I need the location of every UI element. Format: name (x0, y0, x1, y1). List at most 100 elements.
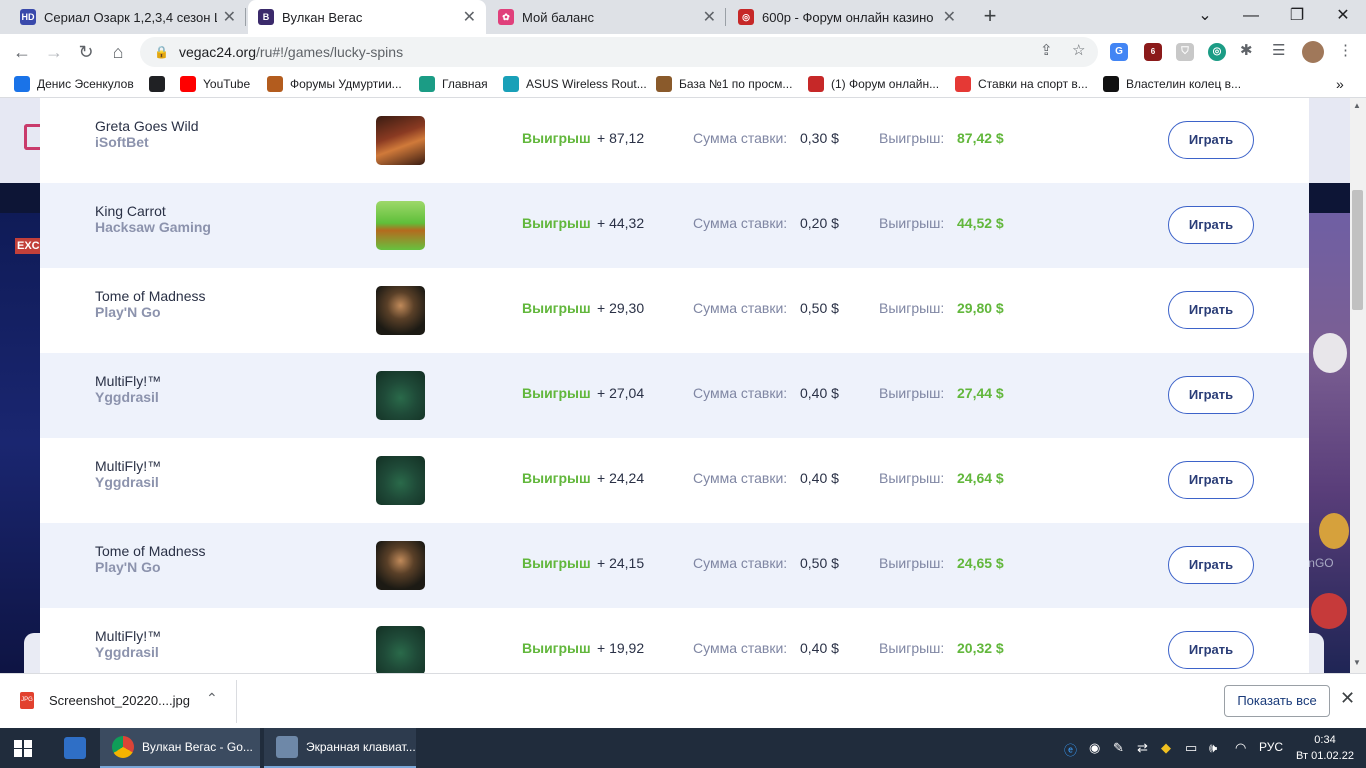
game-title[interactable]: MultiFly!™ (95, 373, 161, 389)
bookmark-item[interactable]: База №1 по просм... (656, 75, 792, 93)
tab-my-balance[interactable]: ✿ Мой баланс ✕ (488, 0, 726, 34)
total-win-label: Выигрыш: (879, 470, 945, 486)
play-button[interactable]: Играть (1168, 546, 1254, 584)
bookmark-item[interactable]: Главная (419, 75, 488, 93)
minimize-button[interactable]: — (1228, 0, 1274, 34)
windows-start-icon[interactable] (14, 740, 32, 757)
window-close-button[interactable]: ✕ (1320, 0, 1366, 34)
bet-amount: 0,50 $ (800, 555, 839, 571)
bookmark-item[interactable]: ASUS Wireless Rout... (503, 75, 647, 93)
app-tray-icon[interactable]: ◆ (1161, 740, 1171, 756)
game-thumbnail[interactable] (376, 286, 425, 335)
game-thumbnail[interactable] (376, 201, 425, 250)
game-thumbnail[interactable] (376, 626, 425, 673)
pen-tray-icon[interactable]: ✎ (1113, 740, 1124, 756)
volume-icon[interactable]: 🕪 (1209, 740, 1217, 756)
chrome-tray-icon[interactable]: ◉ (1089, 740, 1100, 756)
bookmark-star-icon[interactable]: ☆ (1072, 41, 1085, 59)
bookmark-item[interactable] (149, 75, 172, 93)
play-button[interactable]: Играть (1168, 461, 1254, 499)
game-title[interactable]: Greta Goes Wild (95, 118, 198, 134)
hd-icon (1103, 76, 1119, 92)
adblock-extension-icon[interactable]: ⛉ (1176, 43, 1194, 61)
game-thumbnail[interactable] (376, 371, 425, 420)
bookmark-item[interactable]: (1) Форум онлайн... (808, 75, 939, 93)
sync-tray-icon[interactable]: ⇄ (1137, 740, 1148, 756)
network-lan-icon[interactable]: ▭ (1185, 740, 1197, 756)
home-icon[interactable]: ⌂ (105, 39, 131, 65)
game-title[interactable]: MultiFly!™ (95, 458, 161, 474)
game-provider: Yggdrasil (95, 389, 159, 405)
play-button[interactable]: Играть (1168, 291, 1254, 329)
win-label: Выигрыш (522, 470, 591, 486)
tab-ozark[interactable]: HD Сериал Озарк 1,2,3,4 сезон Lost ✕ (10, 0, 246, 34)
back-arrow-icon[interactable]: ← (9, 39, 35, 65)
bookmark-label: Денис Эсенкулов (37, 77, 134, 91)
game-title[interactable]: Tome of Madness (95, 543, 206, 559)
bookmark-item[interactable]: Ставки на спорт в... (955, 75, 1088, 93)
game-thumbnail[interactable] (376, 116, 425, 165)
taskbar-onscreen-keyboard[interactable]: Экранная клавиат... (264, 728, 416, 768)
reload-icon[interactable]: ↻ (73, 39, 99, 65)
total-win-amount: 24,65 $ (957, 555, 1004, 571)
win-amount: + 24,24 (597, 470, 645, 486)
game-title[interactable]: King Carrot (95, 203, 166, 219)
bookmark-item[interactable]: Форумы Удмуртии... (267, 75, 402, 93)
restore-button[interactable]: ❐ (1274, 0, 1320, 34)
taskbar-item-label: Экранная клавиат... (306, 740, 416, 754)
play-button[interactable]: Играть (1168, 121, 1254, 159)
game-title[interactable]: Tome of Madness (95, 288, 206, 304)
game-title[interactable]: MultiFly!™ (95, 628, 161, 644)
clock[interactable]: 0:34 Вт 01.02.22 (1290, 732, 1360, 764)
translate-extension-icon[interactable]: G (1110, 43, 1128, 61)
tab-vulkan-vegas[interactable]: B Вулкан Вегас ✕ (248, 0, 486, 34)
bookmark-item[interactable]: YouTube (180, 75, 250, 93)
download-item[interactable]: JPG Screenshot_20220....jpg (20, 692, 190, 709)
bookmark-icon (419, 76, 435, 92)
edge-tray-icon[interactable]: ⓔ (1064, 740, 1077, 759)
media-playlist-icon[interactable]: ☰ (1272, 41, 1285, 59)
scrollbar-thumb[interactable] (1352, 190, 1363, 310)
download-shelf: JPG Screenshot_20220....jpg ⌃ Показать в… (0, 673, 1366, 728)
close-icon[interactable]: ✕ (703, 7, 716, 27)
wifi-icon[interactable]: ◠ (1235, 740, 1246, 756)
game-thumbnail[interactable] (376, 456, 425, 505)
game-thumbnail[interactable] (376, 541, 425, 590)
tab-search-dropdown-icon[interactable]: ⌄ (1182, 0, 1228, 34)
address-bar[interactable]: 🔒 vegac24.org /ru#!/games/lucky-spins (140, 37, 1098, 67)
bet-label: Сумма ставки: (693, 300, 788, 316)
avatar[interactable] (1302, 41, 1324, 63)
chevron-up-icon[interactable]: ⌃ (206, 690, 218, 707)
play-button[interactable]: Играть (1168, 376, 1254, 414)
new-tab-button[interactable]: + (978, 5, 1002, 29)
close-icon[interactable]: ✕ (223, 7, 236, 27)
table-row: King Carrot Hacksaw Gaming Выигрыш + 44,32 С… (40, 183, 1309, 268)
scroll-down-icon[interactable]: ▼ (1353, 658, 1361, 667)
vpn-extension-icon[interactable]: ◎ (1208, 43, 1226, 61)
puzzle-extensions-icon[interactable]: ✱ (1240, 41, 1253, 59)
close-icon[interactable]: ✕ (1340, 688, 1355, 709)
scroll-up-icon[interactable]: ▲ (1353, 101, 1361, 110)
language-indicator[interactable]: РУС (1259, 740, 1283, 754)
bookmarks-overflow-icon[interactable]: » (1336, 75, 1344, 93)
play-button[interactable]: Играть (1168, 631, 1254, 669)
bet-label: Сумма ставки: (693, 555, 788, 571)
win-amount: + 24,15 (597, 555, 645, 571)
file-manager-taskbar-icon[interactable] (52, 728, 96, 768)
tab-forum[interactable]: ◎ 600р - Форум онлайн казино ✕ (728, 0, 966, 34)
page-scrollbar[interactable]: ▲ ▼ (1350, 98, 1366, 673)
menu-kebab-icon[interactable]: ⋮ (1338, 41, 1353, 59)
lock-icon[interactable]: 🔒 (154, 45, 169, 59)
forward-arrow-icon[interactable]: → (41, 39, 67, 65)
taskbar-chrome[interactable]: Вулкан Вегас - Go... (100, 728, 260, 768)
win-amount: + 27,04 (597, 385, 645, 401)
shield-extension-icon[interactable]: 6 (1144, 43, 1162, 61)
share-icon[interactable]: ⇪ (1040, 41, 1053, 59)
show-all-downloads-button[interactable]: Показать все (1224, 685, 1330, 717)
game-provider: iSoftBet (95, 134, 149, 150)
bookmark-item[interactable]: Денис Эсенкулов (14, 75, 134, 93)
play-button[interactable]: Играть (1168, 206, 1254, 244)
bookmark-item[interactable]: Властелин колец в... (1103, 75, 1241, 93)
close-icon[interactable]: ✕ (943, 7, 956, 27)
close-icon[interactable]: ✕ (463, 7, 476, 27)
